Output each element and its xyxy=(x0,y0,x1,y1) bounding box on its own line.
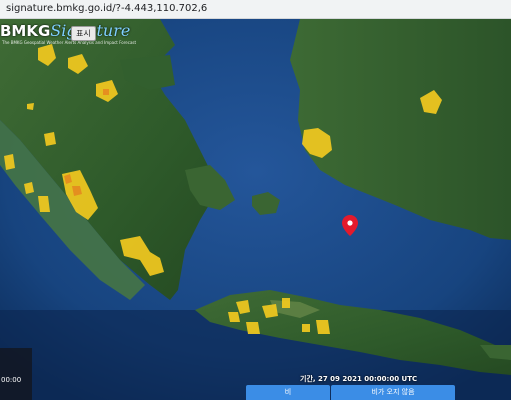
map-view[interactable] xyxy=(0,19,511,400)
logo-bmkg: BMKG xyxy=(0,22,51,40)
logo-tagline: The BMKG Geospatial Weather Alerts Analy… xyxy=(2,40,137,45)
warning-area xyxy=(282,298,290,308)
satellite-map xyxy=(0,19,511,400)
time-readout: 00:00 xyxy=(1,376,22,384)
warning-area xyxy=(302,324,310,332)
date-label: 기간, 27 09 2021 00:00:00 UTC xyxy=(300,375,418,383)
warning-area xyxy=(246,322,260,334)
warning-area xyxy=(38,196,50,212)
time-control[interactable]: 00:00 xyxy=(0,348,32,400)
show-button[interactable]: 표시 xyxy=(71,26,96,41)
warning-area xyxy=(27,103,34,110)
url-text: signature.bmkg.go.id/?-4.443,110.702,6 xyxy=(6,3,208,14)
warning-area xyxy=(228,312,240,322)
browser-address-bar[interactable]: signature.bmkg.go.id/?-4.443,110.702,6 xyxy=(0,0,511,19)
tab-no-rain[interactable]: 비가 오지 않음 xyxy=(331,385,455,400)
tab-rain[interactable]: 비 xyxy=(246,385,330,400)
warning-area xyxy=(44,132,56,146)
logo-text: BMKGSignature xyxy=(0,21,130,41)
severe-area xyxy=(103,89,109,95)
warning-area xyxy=(316,320,330,334)
